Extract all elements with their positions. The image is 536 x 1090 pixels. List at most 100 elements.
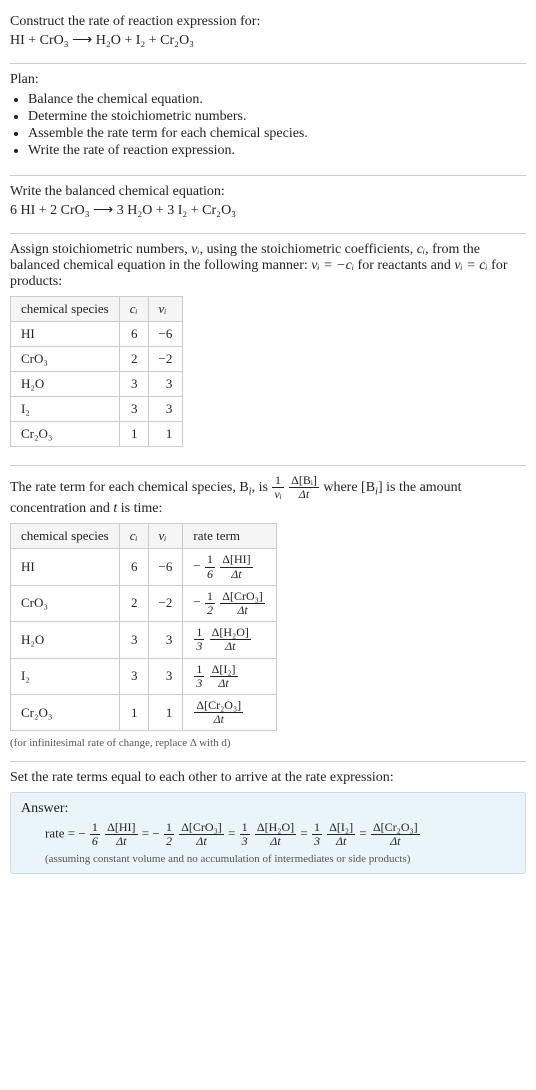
c-symbol: cᵢ [417, 242, 425, 257]
cell-c: 2 [119, 347, 148, 372]
table-row: H₂O33 [11, 372, 183, 397]
col-species: chemical species [11, 297, 120, 322]
cell-species: H₂O [11, 372, 120, 397]
table-row: CrO₃2−2− 12 Δ[CrO₃]Δt [11, 585, 277, 621]
col-species: chemical species [11, 524, 120, 549]
fraction: 16 [90, 821, 100, 848]
table-row: Cr₂O₃11 [11, 422, 183, 447]
cell-rate: 13 Δ[I₂]Δt [183, 658, 276, 694]
reaction-arrow-icon: ⟶ [72, 33, 92, 48]
rate-term-explain: The rate term for each chemical species,… [10, 474, 526, 517]
cell-c: 6 [119, 549, 148, 585]
text-fragment: , is [252, 480, 272, 495]
cell-species: Cr₂O₃ [11, 422, 120, 447]
unbalanced-lhs: HI + CrO₃ [10, 33, 69, 48]
plan-section: Plan: Balance the chemical equation. Det… [10, 66, 526, 173]
rate-term: − 16 Δ[HI]Δt [78, 826, 138, 841]
balanced-rhs: 3 H₂O + 3 I₂ + Cr₂O₃ [117, 203, 236, 218]
fraction: 16 [205, 553, 215, 580]
fraction: Δ[H₂O]Δt [210, 626, 251, 653]
text-fragment: , using the stoichiometric coefficients, [200, 242, 417, 257]
col-rate: rate term [183, 524, 276, 549]
cell-rate: − 12 Δ[CrO₃]Δt [183, 585, 276, 621]
frac-num: 1 [272, 474, 283, 488]
cell-nu: 3 [148, 397, 183, 422]
minus-sign: − [193, 558, 200, 573]
plan-item: Write the rate of reaction expression. [28, 143, 526, 159]
col-nu: νᵢ [148, 524, 183, 549]
divider [10, 465, 526, 466]
fraction: Δ[Bᵢ]Δt [289, 474, 319, 501]
stoich-assign-section: Assign stoichiometric numbers, νᵢ, using… [10, 236, 526, 463]
cell-nu: 1 [148, 422, 183, 447]
cell-species: HI [11, 322, 120, 347]
rate-term-table: chemical species cᵢ νᵢ rate term HI6−6− … [10, 523, 277, 731]
frac-den: Δt [289, 488, 319, 501]
nu-symbol: νᵢ [191, 242, 199, 257]
table-row: HI6−6 [11, 322, 183, 347]
rate-term: − 16 Δ[HI]Δt [193, 558, 253, 573]
cell-species: HI [11, 549, 120, 585]
table-row: CrO₃2−2 [11, 347, 183, 372]
final-section: Set the rate terms equal to each other t… [10, 764, 526, 883]
fraction: Δ[I₂]Δt [327, 821, 355, 848]
rate-prefix: rate = [45, 826, 78, 841]
footnote: (for infinitesimal rate of change, repla… [10, 737, 526, 749]
cell-c: 3 [119, 397, 148, 422]
assign-eq-reactants: νᵢ = −cᵢ [311, 258, 354, 273]
fraction: 13 [240, 821, 250, 848]
stoich-table: chemical species cᵢ νᵢ HI6−6 CrO₃2−2 H₂O… [10, 296, 183, 447]
cell-species: CrO₃ [11, 585, 120, 621]
rate-term: − 12 Δ[CrO₃]Δt [152, 826, 224, 841]
cell-c: 3 [119, 622, 148, 658]
cell-nu: 3 [148, 622, 183, 658]
cell-species: CrO₃ [11, 347, 120, 372]
cell-species: I₂ [11, 658, 120, 694]
fraction: Δ[HI]Δt [105, 821, 137, 848]
plan-list: Balance the chemical equation. Determine… [10, 92, 526, 159]
plan-label: Plan: [10, 72, 526, 88]
equals-sign: = [225, 826, 239, 841]
balanced-section: Write the balanced chemical equation: 6 … [10, 178, 526, 231]
fraction: 12 [164, 821, 174, 848]
divider [10, 175, 526, 176]
fraction: 13 [194, 663, 204, 690]
fraction: 1νᵢ [272, 474, 283, 501]
prompt-section: Construct the rate of reaction expressio… [10, 8, 526, 61]
cell-species: Cr₂O₃ [11, 694, 120, 730]
assign-eq-products: νᵢ = cᵢ [454, 258, 487, 273]
cell-nu: −6 [148, 549, 183, 585]
col-c: cᵢ [119, 297, 148, 322]
answer-note: (assuming constant volume and no accumul… [21, 853, 515, 865]
balanced-label: Write the balanced chemical equation: [10, 184, 526, 200]
unbalanced-rhs: H₂O + I₂ + Cr₂O₃ [96, 33, 194, 48]
unbalanced-equation: HI + CrO₃ ⟶ H₂O + I₂ + Cr₂O₃ [10, 32, 526, 49]
cell-nu: −2 [148, 585, 183, 621]
text-fragment: where [B [323, 480, 375, 495]
cell-nu: 3 [148, 658, 183, 694]
prompt-title: Construct the rate of reaction expressio… [10, 14, 526, 30]
col-c: cᵢ [119, 524, 148, 549]
fraction: 13 [194, 626, 204, 653]
table-header-row: chemical species cᵢ νᵢ rate term [11, 524, 277, 549]
cell-c: 6 [119, 322, 148, 347]
rate-term: Δ[Cr₂O₃]Δt [193, 704, 244, 719]
table-row: Cr₂O₃11Δ[Cr₂O₃]Δt [11, 694, 277, 730]
balanced-equation: 6 HI + 2 CrO₃ ⟶ 3 H₂O + 3 I₂ + Cr₂O₃ [10, 202, 526, 219]
rate-term: 13 Δ[I₂]Δt [311, 826, 356, 841]
table-row: HI6−6− 16 Δ[HI]Δt [11, 549, 277, 585]
rate-term-section: The rate term for each chemical species,… [10, 468, 526, 759]
cell-nu: −6 [148, 322, 183, 347]
table-row: I₂33 [11, 397, 183, 422]
equals-sign: = [139, 826, 153, 841]
fraction: Δ[HI]Δt [220, 553, 252, 580]
fraction: 12 [205, 590, 215, 617]
cell-c: 1 [119, 422, 148, 447]
divider [10, 63, 526, 64]
cell-c: 1 [119, 694, 148, 730]
minus-sign: − [193, 594, 200, 609]
rate-term: 13 Δ[I₂]Δt [193, 667, 238, 682]
cell-nu: −2 [148, 347, 183, 372]
cell-rate: 13 Δ[H₂O]Δt [183, 622, 276, 658]
cell-nu: 3 [148, 372, 183, 397]
